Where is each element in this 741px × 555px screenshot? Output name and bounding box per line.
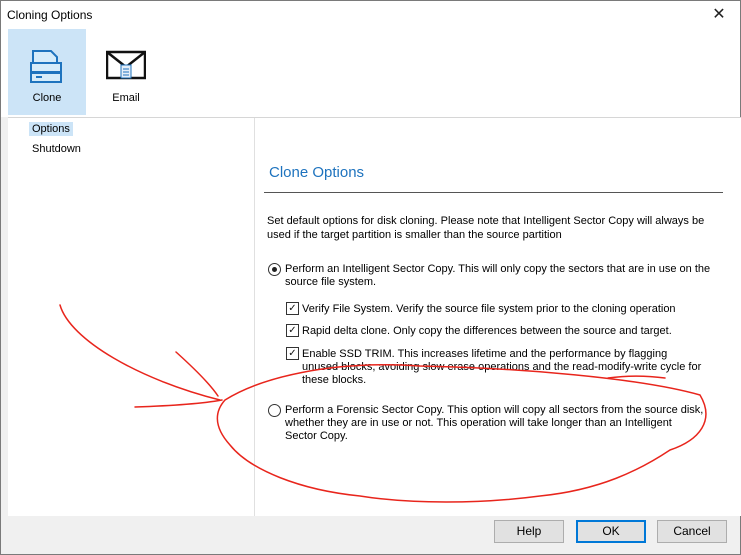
intelligent-sector-copy-radio[interactable] <box>268 263 281 276</box>
title-bar: Cloning Options ✕ <box>1 1 740 29</box>
dialog-button-bar: Help OK Cancel <box>1 515 740 554</box>
clone-options-panel: Clone Options Set default options for di… <box>255 118 741 516</box>
panel-description: Set default options for disk cloning. Pl… <box>267 215 705 241</box>
email-envelope-icon <box>106 50 146 80</box>
close-icon[interactable]: ✕ <box>702 3 736 27</box>
page-title: Clone Options <box>269 164 365 181</box>
window-title: Cloning Options <box>7 8 93 22</box>
cloning-options-dialog: Cloning Options ✕ Clone Email Options Sh… <box>0 0 741 555</box>
category-toolbar: Clone Email <box>1 29 740 117</box>
forensic-sector-copy-label: Perform a Forensic Sector Copy. This opt… <box>285 404 704 442</box>
toolbar-email-label: Email <box>112 92 140 104</box>
options-nav: Options Shutdown <box>8 118 255 516</box>
toolbar-email-button[interactable]: Email <box>87 29 165 115</box>
cancel-button[interactable]: Cancel <box>657 520 727 543</box>
help-button[interactable]: Help <box>494 520 564 543</box>
rapid-delta-clone-label: Rapid delta clone. Only copy the differe… <box>302 325 672 337</box>
toolbar-clone-label: Clone <box>32 92 62 104</box>
toolbar-clone-button[interactable]: Clone <box>8 29 86 115</box>
verify-file-system-checkbox[interactable]: ✓ <box>286 302 299 315</box>
ok-button[interactable]: OK <box>576 520 646 543</box>
verify-file-system-label: Verify File System. Verify the source fi… <box>302 303 676 315</box>
enable-ssd-trim-checkbox[interactable]: ✓ <box>286 347 299 360</box>
intelligent-sector-copy-label: Perform an Intelligent Sector Copy. This… <box>285 263 711 288</box>
forensic-sector-copy-radio[interactable] <box>268 404 281 417</box>
nav-item-shutdown[interactable]: Shutdown <box>29 142 84 156</box>
title-divider <box>264 192 723 193</box>
enable-ssd-trim-label: Enable SSD TRIM. This increases lifetime… <box>302 348 702 386</box>
rapid-delta-clone-checkbox[interactable]: ✓ <box>286 324 299 337</box>
nav-item-options[interactable]: Options <box>29 122 73 136</box>
clone-disk-icon <box>30 50 62 83</box>
content-area: Options Shutdown Clone Options Set defau… <box>8 117 741 516</box>
